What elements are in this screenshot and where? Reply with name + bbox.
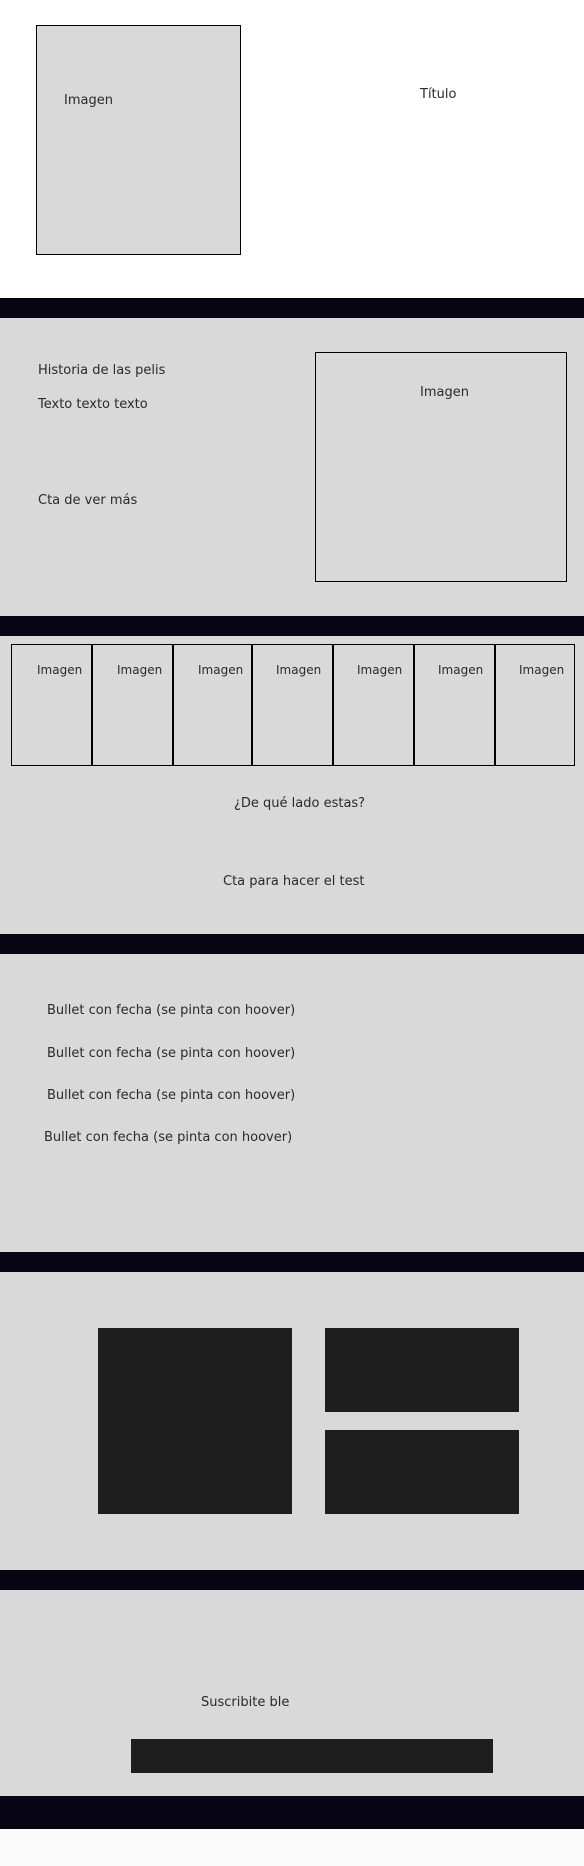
quiz-image-label: Imagen [276,663,322,677]
timeline-bullet[interactable]: Bullet con fecha (se pinta con hoover) [47,1046,295,1062]
section-divider [0,1570,584,1590]
quiz-image-4[interactable]: Imagen [252,644,333,766]
history-body: Texto texto texto [38,397,148,412]
section-divider [0,616,584,636]
gallery-section [0,1272,584,1570]
quiz-image-label: Imagen [438,663,484,677]
gallery-block-large [98,1328,292,1514]
history-image: Imagen [315,352,567,582]
gallery-block-top [325,1328,519,1412]
history-image-label: Imagen [420,385,469,400]
timeline-bullet[interactable]: Bullet con fecha (se pinta con hoover) [47,1003,295,1019]
hero-image: Imagen [36,25,241,255]
section-divider [0,1252,584,1272]
footer-bar [0,1796,584,1829]
timeline-bullet[interactable]: Bullet con fecha (se pinta con hoover) [47,1088,295,1104]
quiz-image-label: Imagen [198,663,244,677]
section-divider [0,934,584,954]
subscribe-input[interactable] [131,1739,493,1773]
gallery-block-bottom [325,1430,519,1514]
hero-image-label: Imagen [64,93,113,108]
subscribe-title: Suscribite ble [201,1695,290,1710]
quiz-question: ¿De qué lado estas? [234,796,366,811]
section-divider [0,298,584,318]
quiz-image-1[interactable]: Imagen [11,644,92,766]
page-bottom [0,1829,584,1866]
quiz-image-label: Imagen [357,663,403,677]
quiz-cta[interactable]: Cta para hacer el test [223,874,364,890]
quiz-image-label: Imagen [37,663,83,677]
quiz-image-3[interactable]: Imagen [173,644,252,766]
quiz-image-5[interactable]: Imagen [333,644,414,766]
quiz-image-7[interactable]: Imagen [495,644,575,766]
quiz-image-label: Imagen [117,663,163,677]
history-title: Historia de las pelis [38,363,166,378]
history-cta[interactable]: Cta de ver más [38,493,137,509]
quiz-image-label: Imagen [519,663,565,677]
quiz-image-2[interactable]: Imagen [92,644,173,766]
timeline-bullet[interactable]: Bullet con fecha (se pinta con hoover) [44,1130,292,1146]
quiz-image-6[interactable]: Imagen [414,644,495,766]
hero-title: Título [420,87,457,102]
